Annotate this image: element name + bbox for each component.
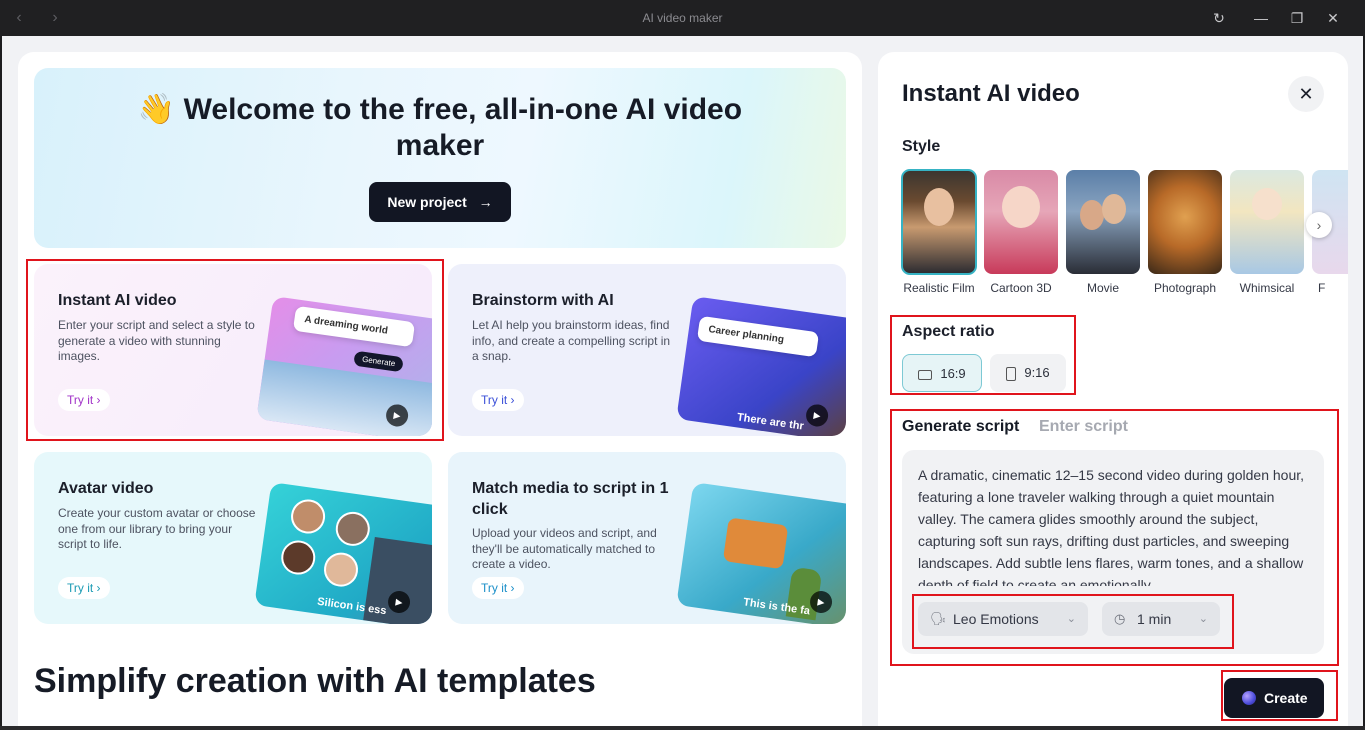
- try-it-label: Try it: [481, 393, 508, 407]
- duration-label: 1 min: [1137, 611, 1172, 627]
- avatar: [288, 497, 328, 536]
- close-icon: ✕: [1298, 84, 1314, 104]
- style-thumbnail: [1230, 170, 1304, 274]
- avatar: [321, 550, 361, 589]
- card-title: Instant AI video: [58, 292, 177, 309]
- refresh-icon[interactable]: ↻: [1210, 9, 1228, 27]
- play-icon: ▶: [804, 403, 830, 428]
- instant-ai-video-panel: Instant AI video ✕ Style Realistic Film …: [878, 52, 1348, 726]
- face-shape: [924, 188, 954, 226]
- welcome-banner: 👋 Welcome to the free, all-in-one AI vid…: [34, 68, 846, 248]
- face-shape: [1080, 200, 1104, 230]
- style-name: Realistic Film: [903, 281, 975, 295]
- landscape-icon: [918, 369, 933, 380]
- avatar: [279, 538, 318, 577]
- match-media-card[interactable]: Match media to script in 1 click Upload …: [448, 452, 846, 624]
- script-text[interactable]: A dramatic, cinematic 12–15 second video…: [918, 464, 1308, 586]
- try-it-button[interactable]: Try it ›: [58, 577, 110, 599]
- ai-orb-icon: [1242, 691, 1256, 705]
- card-description: Create your custom avatar or choose one …: [58, 506, 256, 551]
- new-project-button[interactable]: New project →: [369, 182, 511, 222]
- card-title: Avatar video: [58, 480, 154, 497]
- chevron-down-icon: ⌄: [1198, 613, 1208, 625]
- arrow-right-icon: →: [478, 194, 493, 210]
- style-whimsical[interactable]: Whimsical: [1230, 170, 1304, 295]
- aspect-label: 9:16: [1024, 365, 1050, 380]
- welcome-title: 👋 Welcome to the free, all-in-one AI vid…: [134, 92, 746, 164]
- style-name: F: [1318, 281, 1326, 295]
- card-illustration: ▶ Silicon is ess: [254, 482, 432, 624]
- style-movie[interactable]: Movie: [1066, 170, 1140, 295]
- style-realistic-film[interactable]: Realistic Film: [901, 169, 977, 295]
- clock-icon: ◷: [1114, 611, 1126, 626]
- create-button[interactable]: Create: [1224, 678, 1324, 718]
- card-title: Brainstorm with AI: [472, 292, 614, 309]
- panel-title: Instant AI video: [902, 80, 1080, 107]
- chevron-down-icon: ⌄: [1066, 613, 1076, 625]
- face-shape: [1002, 186, 1040, 228]
- try-it-label: Try it: [481, 581, 508, 595]
- sea-image: [256, 359, 432, 436]
- style-cartoon-3d[interactable]: Cartoon 3D: [984, 170, 1058, 295]
- media-image: [722, 517, 789, 570]
- face-shape: [1102, 194, 1126, 224]
- try-it-label: Try it: [67, 581, 94, 595]
- style-label: Style: [902, 138, 941, 155]
- style-name: Whimsical: [1239, 281, 1295, 295]
- avatar-video-card[interactable]: Avatar video Create your custom avatar o…: [34, 452, 432, 624]
- create-label: Create: [1264, 690, 1308, 706]
- style-name: Photograph: [1153, 281, 1217, 295]
- try-it-button[interactable]: Try it ›: [472, 389, 524, 411]
- caption-text: There are thr: [736, 411, 805, 433]
- style-name: Cartoon 3D: [990, 281, 1052, 295]
- card-illustration: ▶ This is the fa: [676, 482, 846, 624]
- brainstorm-card[interactable]: Brainstorm with AI Let AI help you brain…: [448, 264, 846, 436]
- script-box[interactable]: A dramatic, cinematic 12–15 second video…: [902, 450, 1324, 654]
- voice-icon: 🗣: [930, 611, 947, 626]
- style-thumbnail: [901, 169, 977, 275]
- face-shape: [1252, 188, 1282, 220]
- bottom-edge: [0, 726, 1365, 730]
- app-body: 👋 Welcome to the free, all-in-one AI vid…: [2, 36, 1363, 726]
- tab-generate-script[interactable]: Generate script: [902, 418, 1019, 436]
- aspect-label: 16:9: [940, 366, 966, 381]
- instant-ai-video-card[interactable]: Instant AI video Enter your script and s…: [34, 264, 432, 436]
- try-it-button[interactable]: Try it ›: [472, 577, 524, 599]
- style-name: Movie: [1086, 281, 1119, 295]
- aspect-9-16-button[interactable]: 9:16: [990, 354, 1066, 392]
- new-project-label: New project: [387, 194, 467, 210]
- aspect-16-9-button[interactable]: 16:9: [902, 354, 982, 392]
- avatar: [333, 509, 372, 549]
- voice-label: Leo Emotions: [953, 611, 1039, 627]
- tab-enter-script[interactable]: Enter script: [1039, 418, 1128, 436]
- style-thumbnail: [984, 170, 1058, 274]
- waving-hand-icon: 👋: [137, 93, 176, 126]
- close-icon[interactable]: ✕: [1324, 9, 1342, 27]
- style-photograph[interactable]: Photograph: [1148, 170, 1222, 295]
- minimize-icon[interactable]: —: [1252, 9, 1270, 27]
- close-panel-button[interactable]: ✕: [1288, 76, 1324, 112]
- home-panel: 👋 Welcome to the free, all-in-one AI vid…: [18, 52, 862, 726]
- aspect-ratio-label: Aspect ratio: [902, 323, 995, 340]
- welcome-title-text: Welcome to the free, all-in-one AI video…: [183, 93, 743, 162]
- card-description: Upload your videos and script, and they'…: [472, 526, 657, 571]
- voice-dropdown[interactable]: 🗣 Leo Emotions ⌄: [918, 602, 1088, 636]
- style-thumbnail: [1066, 170, 1140, 274]
- card-title: Match media to script in 1 click: [472, 480, 669, 518]
- card-description: Let AI help you brainstorm ideas, find i…: [472, 318, 671, 363]
- title-bar: ‹ › AI video maker ↻ — ❐ ✕: [0, 0, 1365, 36]
- card-description: Enter your script and select a style to …: [58, 318, 255, 363]
- templates-heading: Simplify creation with AI templates: [34, 662, 596, 700]
- duration-dropdown[interactable]: ◷ 1 min ⌄: [1102, 602, 1220, 636]
- portrait-icon: [1006, 366, 1017, 381]
- style-thumbnail: [1148, 170, 1222, 274]
- chevron-right-icon[interactable]: ›: [1306, 212, 1332, 238]
- try-it-button[interactable]: Try it ›: [58, 389, 110, 411]
- window-title: AI video maker: [642, 11, 723, 25]
- restore-icon[interactable]: ❐: [1288, 9, 1306, 27]
- try-it-label: Try it: [67, 393, 94, 407]
